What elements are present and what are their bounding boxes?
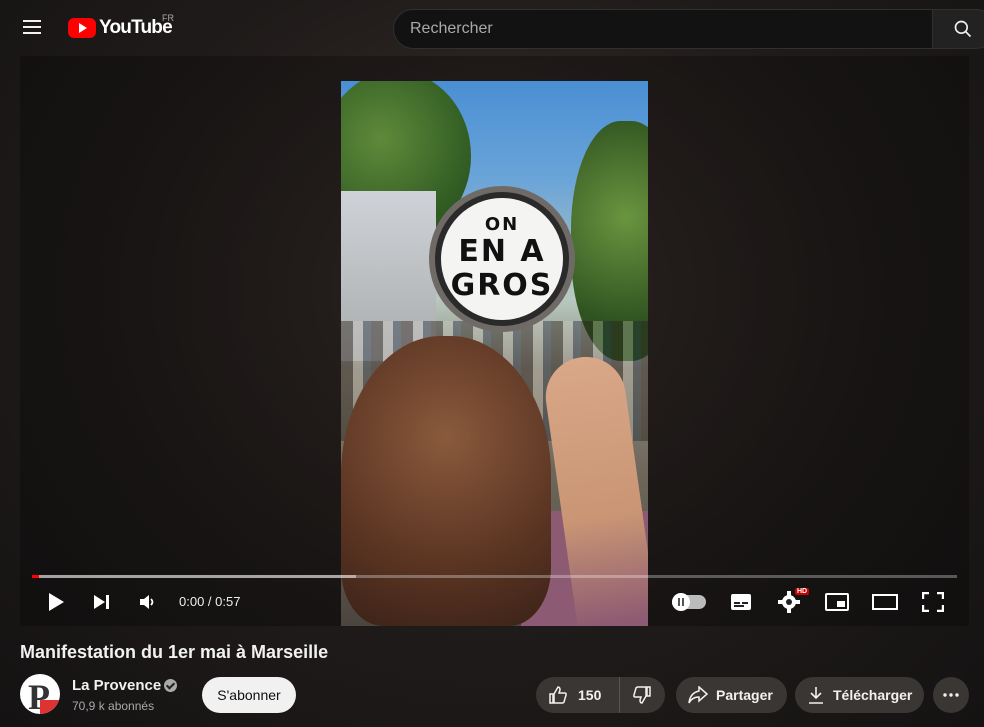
channel-name[interactable]: La Provence <box>72 677 161 694</box>
dislike-button[interactable] <box>620 677 664 713</box>
logo-text: YouTube <box>99 17 173 38</box>
download-label: Télécharger <box>833 687 913 703</box>
play-button[interactable] <box>42 588 70 616</box>
video-scene-head <box>341 336 551 626</box>
menu-icon[interactable] <box>20 16 44 40</box>
miniplayer-icon <box>825 593 849 611</box>
like-count: 150 <box>578 687 602 703</box>
search-input[interactable] <box>394 10 932 48</box>
sign-line: GROS <box>450 268 554 303</box>
hd-badge: HD <box>795 588 810 595</box>
search-box <box>393 9 933 49</box>
like-icon <box>549 686 567 704</box>
protest-sign: ON EN A GROS <box>429 186 575 332</box>
youtube-logo[interactable]: YouTube FR <box>68 13 174 40</box>
sign-line: EN A <box>458 234 546 269</box>
search-button[interactable] <box>932 9 984 49</box>
share-icon <box>688 686 708 704</box>
country-code: FR <box>162 13 174 23</box>
like-button[interactable]: 150 <box>536 677 620 713</box>
miniplayer-button[interactable] <box>824 588 850 616</box>
subscribe-button[interactable]: S'abonner <box>202 677 296 713</box>
video-player[interactable]: ON EN A GROS 0:00 / 0:57 HD <box>20 56 969 626</box>
fullscreen-button[interactable] <box>920 588 946 616</box>
progress-played <box>32 575 39 578</box>
download-button[interactable]: Télécharger <box>795 677 924 713</box>
avatar[interactable]: P <box>20 674 60 714</box>
youtube-logo-icon <box>68 18 96 38</box>
more-icon <box>943 693 959 697</box>
next-button[interactable] <box>90 588 114 616</box>
volume-icon <box>140 595 154 609</box>
play-icon <box>49 593 64 611</box>
masthead: YouTube FR <box>0 0 984 56</box>
volume-button[interactable] <box>136 588 160 616</box>
time-display: 0:00 / 0:57 <box>179 594 241 609</box>
subscriber-count: 70,9 k abonnés <box>72 699 155 713</box>
video-title: Manifestation du 1er mai à Marseille <box>20 642 329 662</box>
progress-bar[interactable] <box>32 575 957 578</box>
subtitles-button[interactable] <box>728 588 754 616</box>
share-label: Partager <box>716 687 773 703</box>
progress-loaded <box>32 575 356 578</box>
dislike-icon <box>633 686 651 704</box>
more-actions-button[interactable] <box>933 677 969 713</box>
fullscreen-icon <box>922 592 944 612</box>
theater-mode-button[interactable] <box>872 588 898 616</box>
download-icon <box>809 687 823 704</box>
verified-icon <box>164 679 177 692</box>
search-icon <box>954 20 972 38</box>
autoplay-toggle[interactable] <box>672 593 706 611</box>
avatar-accent <box>40 700 60 714</box>
sign-line: ON <box>484 214 520 235</box>
share-button[interactable]: Partager <box>676 677 787 713</box>
autoplay-toggle-icon <box>672 593 690 611</box>
video-frame[interactable]: ON EN A GROS <box>341 81 648 626</box>
next-icon <box>94 595 109 609</box>
theater-icon <box>872 594 898 610</box>
subtitles-icon <box>731 594 751 610</box>
like-dislike-group: 150 <box>536 677 665 713</box>
